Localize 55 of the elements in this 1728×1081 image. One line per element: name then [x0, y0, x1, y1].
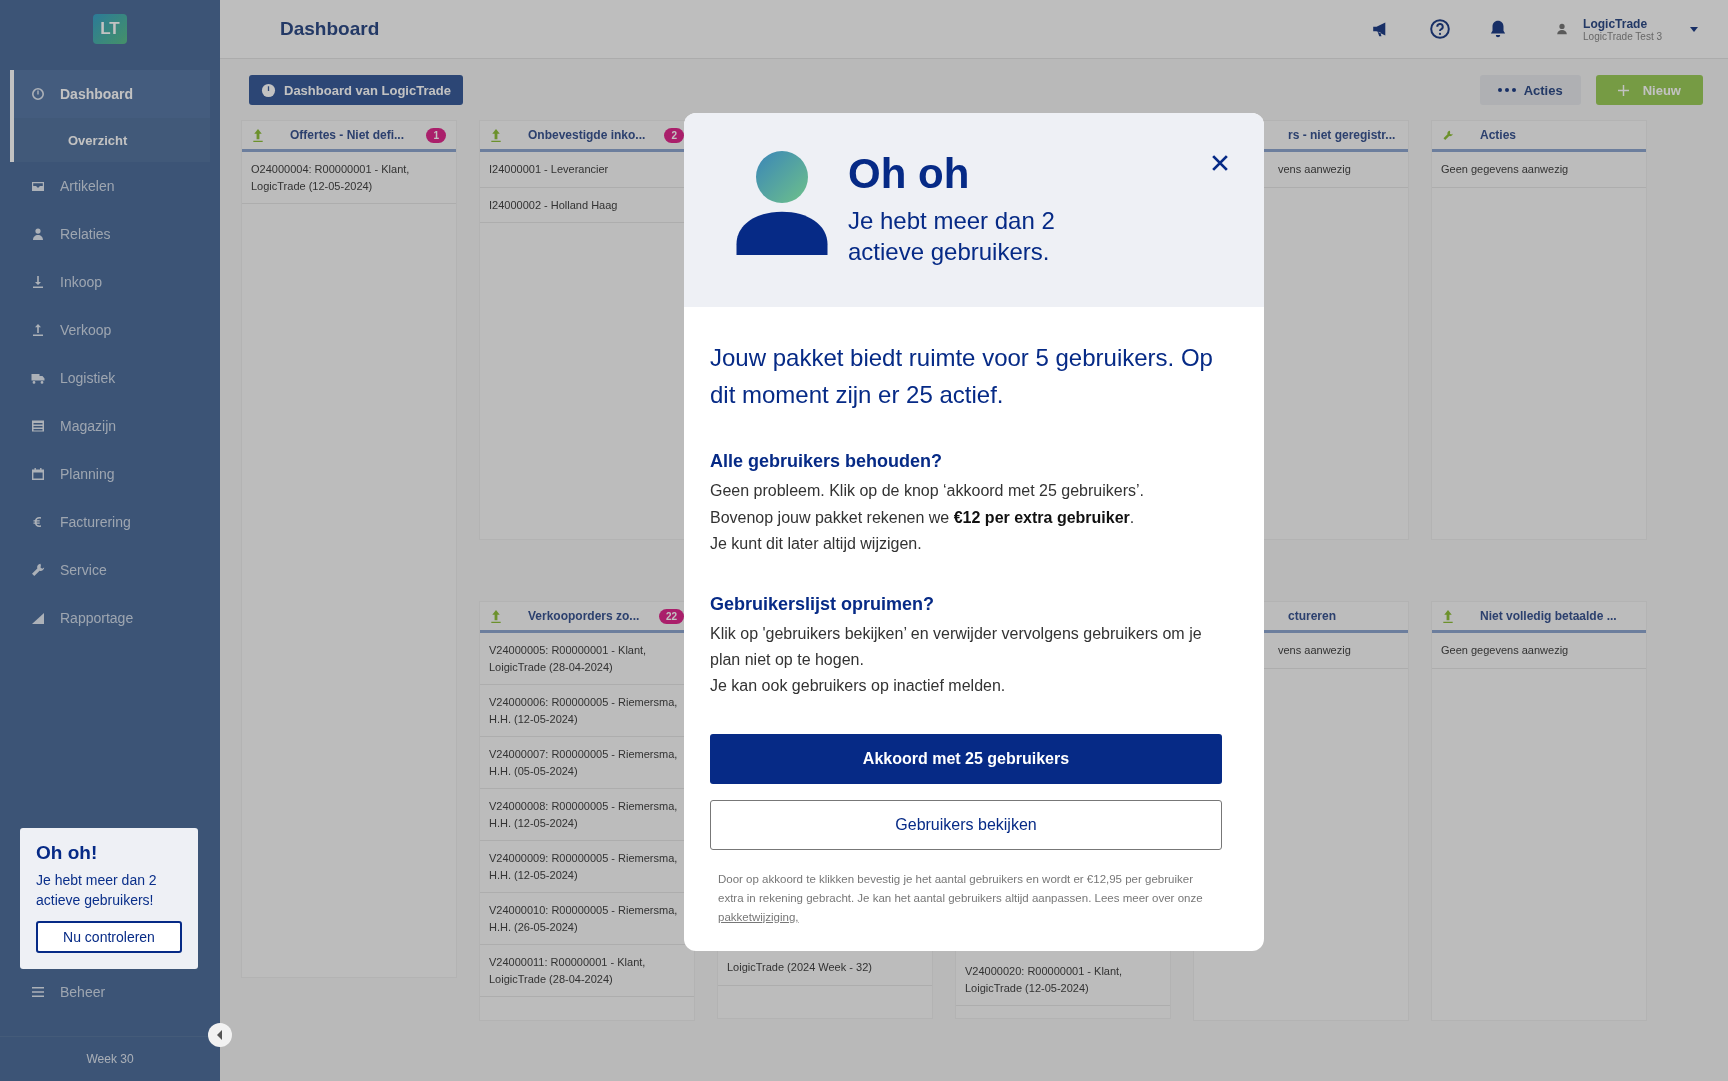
widget-title: Onbevestigde inko...: [527, 128, 647, 142]
widget-title: Acties: [1479, 128, 1518, 142]
wrench-icon: [30, 562, 46, 578]
modal-subtitle: Je hebt meer dan 2 actieve gebruikers.: [848, 206, 1056, 268]
warehouse-icon: [30, 418, 46, 434]
section-text: Geen probleem. Klik op de knop ‘akkoord met 25 gebruikers’. Bovenop jouw pakket rekenen we €12 per extra gebruiker. Je kunt dit later altijd wijzigen.: [710, 481, 1145, 555]
settings-icon: [30, 984, 46, 1000]
download-icon: [30, 274, 46, 290]
notification-text: Je hebt meer dan 2 actieve gebruikers!: [36, 871, 158, 911]
nav-subitem[interactable]: Overzicht: [14, 118, 210, 162]
user-icon: [736, 151, 828, 255]
view-users-button[interactable]: Gebruikers bekijken: [710, 799, 1222, 850]
pin-icon: [490, 608, 502, 624]
company-name: LogicTrade Test 3: [1583, 30, 1662, 42]
gauge-icon: [30, 86, 46, 102]
pin-icon: [252, 127, 264, 143]
calendar-icon: [30, 466, 46, 482]
user-name: LogicTrade: [1583, 16, 1649, 31]
section-heading: Alle gebruikers behouden?: [710, 451, 944, 473]
pin-icon: [1442, 608, 1454, 624]
collapse-button[interactable]: [208, 1023, 232, 1047]
user-icon: [30, 226, 46, 242]
nav-item[interactable]: Dashboard: [14, 70, 210, 118]
page-title: Dashboard: [280, 18, 381, 40]
caret-icon: [1690, 26, 1698, 32]
widget-title: Niet volledig betaalde ...: [1479, 609, 1618, 623]
close-icon: [1212, 155, 1228, 171]
plus-icon: [1617, 84, 1629, 96]
user-menu[interactable]: LogicTrade LogicTrade Test 3: [1555, 16, 1698, 42]
upload-icon: [30, 322, 46, 338]
actions-button[interactable]: Acties: [1479, 75, 1581, 105]
check-now-button[interactable]: Nu controleren: [36, 920, 182, 953]
dashboard-button[interactable]: Dashboard van LogicTrade: [249, 75, 463, 105]
count-badge: 22: [658, 608, 684, 624]
gauge-icon: [261, 82, 276, 98]
user-icon: [1555, 22, 1570, 36]
disclaimer-text: Door op akkoord te klikken bevestig je het aantal gebruikers en wordt er €12,95 per gebruiker extra in rekening gebracht. Je kan het aantal gebruikers altijd aanpassen. Lees meer over onze pakketwijziging,: [718, 871, 1204, 925]
chevron-icon: [217, 1030, 223, 1040]
count-badge: 2: [664, 127, 684, 143]
count-badge: 1: [426, 127, 446, 143]
pin-icon: [490, 127, 502, 143]
accept-button[interactable]: Akkoord met 25 gebruikers: [710, 733, 1222, 784]
change-link[interactable]: pakketwijziging,: [718, 910, 799, 923]
modal-title: Oh oh: [848, 151, 971, 198]
notification-title: Oh oh!: [36, 842, 99, 864]
modal-headline: Jouw pakket biedt ruimte voor 5 gebruikers. Op dit moment zijn er 25 actief.: [710, 343, 1214, 411]
widget-title: Offertes - Niet defi...: [289, 128, 406, 142]
widget-title: rs - niet geregistr...: [1287, 128, 1397, 142]
chart-icon: [30, 610, 46, 626]
widget-title: Verkooporders zo...: [527, 609, 641, 623]
section-heading: Gebruikerslijst opruimen?: [710, 593, 936, 615]
help-icon[interactable]: [1429, 18, 1452, 40]
more-icon: [1497, 88, 1516, 92]
widget-title: ctureren: [1287, 609, 1338, 623]
logo-icon: LT: [93, 14, 127, 44]
